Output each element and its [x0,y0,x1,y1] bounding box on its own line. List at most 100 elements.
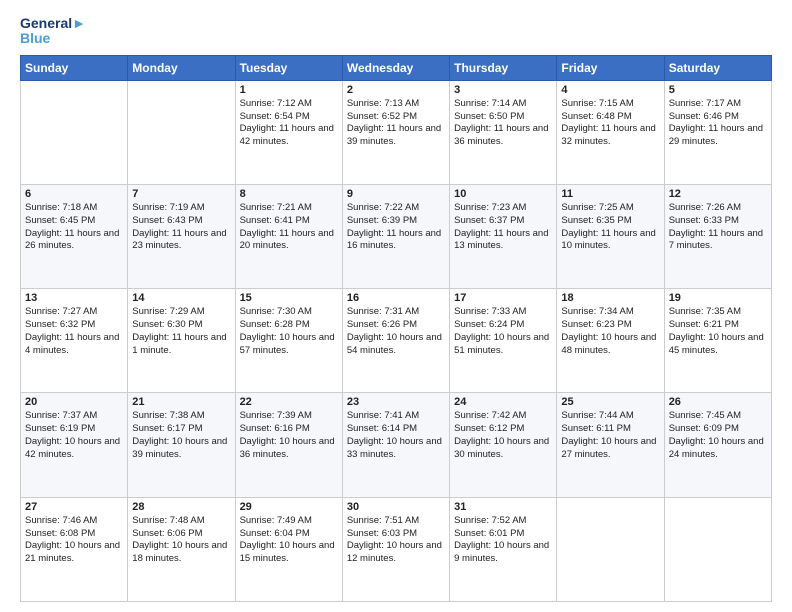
day-number: 19 [669,292,767,304]
calendar-cell: 18 Sunrise: 7:34 AM Sunset: 6:23 PM Dayli… [557,289,664,393]
weekday-header: Saturday [664,55,771,80]
calendar-cell: 19 Sunrise: 7:35 AM Sunset: 6:21 PM Dayli… [664,289,771,393]
day-number: 28 [132,501,230,513]
calendar-cell: 25Sunrise: 7:44 AM Sunset: 6:11 PM Dayli… [557,393,664,497]
day-number: 2 [347,84,445,96]
calendar-cell: 12 Sunrise: 7:26 AM Sunset: 6:33 PM Dayli… [664,185,771,289]
calendar-cell: 5 Sunrise: 7:17 AM Sunset: 6:46 PM Daylig… [664,80,771,184]
cell-info: Sunrise: 7:33 AM Sunset: 6:24 PM Dayligh… [454,306,552,357]
cell-info: Sunrise: 7:30 AM Sunset: 6:28 PM Dayligh… [240,306,338,357]
day-number: 16 [347,292,445,304]
day-number: 11 [561,188,659,200]
cell-info: Sunrise: 7:35 AM Sunset: 6:21 PM Dayligh… [669,306,767,357]
cell-info: Sunrise: 7:42 AM Sunset: 6:12 PM Dayligh… [454,410,552,461]
cell-info: Sunrise: 7:41 AM Sunset: 6:14 PM Dayligh… [347,410,445,461]
day-number: 14 [132,292,230,304]
cell-info: Sunrise: 7:26 AM Sunset: 6:33 PM Dayligh… [669,202,767,253]
cell-info: Sunrise: 7:19 AM Sunset: 6:43 PM Dayligh… [132,202,230,253]
day-number: 17 [454,292,552,304]
calendar-cell: 20Sunrise: 7:37 AM Sunset: 6:19 PM Dayli… [21,393,128,497]
cell-info: Sunrise: 7:15 AM Sunset: 6:48 PM Dayligh… [561,98,659,149]
day-number: 13 [25,292,123,304]
calendar-cell: 21Sunrise: 7:38 AM Sunset: 6:17 PM Dayli… [128,393,235,497]
day-number: 10 [454,188,552,200]
calendar-cell: 11 Sunrise: 7:25 AM Sunset: 6:35 PM Dayli… [557,185,664,289]
calendar-cell [664,497,771,601]
calendar-cell: 4 Sunrise: 7:15 AM Sunset: 6:48 PM Daylig… [557,80,664,184]
calendar-cell: 22 Sunrise: 7:39 AM Sunset: 6:16 PM Dayli… [235,393,342,497]
calendar-cell: 23 Sunrise: 7:41 AM Sunset: 6:14 PM Dayli… [342,393,449,497]
cell-info: Sunrise: 7:45 AM Sunset: 6:09 PM Dayligh… [669,410,767,461]
calendar-cell: 14 Sunrise: 7:29 AM Sunset: 6:30 PM Dayli… [128,289,235,393]
cell-info: Sunrise: 7:31 AM Sunset: 6:26 PM Dayligh… [347,306,445,357]
cell-info: Sunrise: 7:52 AM Sunset: 6:01 PM Dayligh… [454,515,552,566]
calendar-cell: 8 Sunrise: 7:21 AM Sunset: 6:41 PM Daylig… [235,185,342,289]
day-number: 12 [669,188,767,200]
cell-info: Sunrise: 7:46 AM Sunset: 6:08 PM Dayligh… [25,515,123,566]
calendar-cell: 10Sunrise: 7:23 AM Sunset: 6:37 PM Dayli… [450,185,557,289]
calendar-header-row: SundayMondayTuesdayWednesdayThursdayFrid… [21,55,772,80]
calendar-cell: 9Sunrise: 7:22 AM Sunset: 6:39 PM Daylig… [342,185,449,289]
cell-info: Sunrise: 7:38 AM Sunset: 6:17 PM Dayligh… [132,410,230,461]
day-number: 26 [669,396,767,408]
calendar-row: 27 Sunrise: 7:46 AM Sunset: 6:08 PM Dayli… [21,497,772,601]
page-header: General►Blue [20,16,772,47]
day-number: 22 [240,396,338,408]
cell-info: Sunrise: 7:22 AM Sunset: 6:39 PM Dayligh… [347,202,445,253]
day-number: 6 [25,188,123,200]
calendar-cell: 29Sunrise: 7:49 AM Sunset: 6:04 PM Dayli… [235,497,342,601]
cell-info: Sunrise: 7:34 AM Sunset: 6:23 PM Dayligh… [561,306,659,357]
day-number: 27 [25,501,123,513]
cell-info: Sunrise: 7:25 AM Sunset: 6:35 PM Dayligh… [561,202,659,253]
calendar-cell: 31 Sunrise: 7:52 AM Sunset: 6:01 PM Dayli… [450,497,557,601]
cell-info: Sunrise: 7:39 AM Sunset: 6:16 PM Dayligh… [240,410,338,461]
calendar-table: SundayMondayTuesdayWednesdayThursdayFrid… [20,55,772,602]
calendar-cell: 28 Sunrise: 7:48 AM Sunset: 6:06 PM Dayli… [128,497,235,601]
day-number: 7 [132,188,230,200]
calendar-cell: 7 Sunrise: 7:19 AM Sunset: 6:43 PM Daylig… [128,185,235,289]
calendar-cell [128,80,235,184]
calendar-cell: 6 Sunrise: 7:18 AM Sunset: 6:45 PM Daylig… [21,185,128,289]
cell-info: Sunrise: 7:17 AM Sunset: 6:46 PM Dayligh… [669,98,767,149]
day-number: 24 [454,396,552,408]
day-number: 15 [240,292,338,304]
day-number: 25 [561,396,659,408]
day-number: 1 [240,84,338,96]
calendar-cell: 3 Sunrise: 7:14 AM Sunset: 6:50 PM Daylig… [450,80,557,184]
weekday-header: Friday [557,55,664,80]
weekday-header: Tuesday [235,55,342,80]
day-number: 31 [454,501,552,513]
cell-info: Sunrise: 7:13 AM Sunset: 6:52 PM Dayligh… [347,98,445,149]
day-number: 3 [454,84,552,96]
calendar-cell: 2 Sunrise: 7:13 AM Sunset: 6:52 PM Daylig… [342,80,449,184]
calendar-cell: 15 Sunrise: 7:30 AM Sunset: 6:28 PM Dayli… [235,289,342,393]
calendar-cell [557,497,664,601]
cell-info: Sunrise: 7:14 AM Sunset: 6:50 PM Dayligh… [454,98,552,149]
cell-info: Sunrise: 7:18 AM Sunset: 6:45 PM Dayligh… [25,202,123,253]
day-number: 23 [347,396,445,408]
calendar-cell: 24 Sunrise: 7:42 AM Sunset: 6:12 PM Dayli… [450,393,557,497]
calendar-row: 6 Sunrise: 7:18 AM Sunset: 6:45 PM Daylig… [21,185,772,289]
day-number: 4 [561,84,659,96]
weekday-header: Sunday [21,55,128,80]
logo-text: General►Blue [20,16,86,47]
calendar-cell: 16 Sunrise: 7:31 AM Sunset: 6:26 PM Dayli… [342,289,449,393]
weekday-header: Thursday [450,55,557,80]
calendar-row: 13Sunrise: 7:27 AM Sunset: 6:32 PM Dayli… [21,289,772,393]
day-number: 18 [561,292,659,304]
calendar-cell: 27 Sunrise: 7:46 AM Sunset: 6:08 PM Dayli… [21,497,128,601]
cell-info: Sunrise: 7:29 AM Sunset: 6:30 PM Dayligh… [132,306,230,357]
calendar-cell: 17 Sunrise: 7:33 AM Sunset: 6:24 PM Dayli… [450,289,557,393]
calendar-cell: 1 Sunrise: 7:12 AM Sunset: 6:54 PM Daylig… [235,80,342,184]
calendar-cell: 30Sunrise: 7:51 AM Sunset: 6:03 PM Dayli… [342,497,449,601]
calendar-row: 20Sunrise: 7:37 AM Sunset: 6:19 PM Dayli… [21,393,772,497]
day-number: 5 [669,84,767,96]
cell-info: Sunrise: 7:37 AM Sunset: 6:19 PM Dayligh… [25,410,123,461]
cell-info: Sunrise: 7:21 AM Sunset: 6:41 PM Dayligh… [240,202,338,253]
calendar-row: 1 Sunrise: 7:12 AM Sunset: 6:54 PM Daylig… [21,80,772,184]
weekday-header: Wednesday [342,55,449,80]
day-number: 8 [240,188,338,200]
calendar-cell [21,80,128,184]
cell-info: Sunrise: 7:48 AM Sunset: 6:06 PM Dayligh… [132,515,230,566]
cell-info: Sunrise: 7:12 AM Sunset: 6:54 PM Dayligh… [240,98,338,149]
